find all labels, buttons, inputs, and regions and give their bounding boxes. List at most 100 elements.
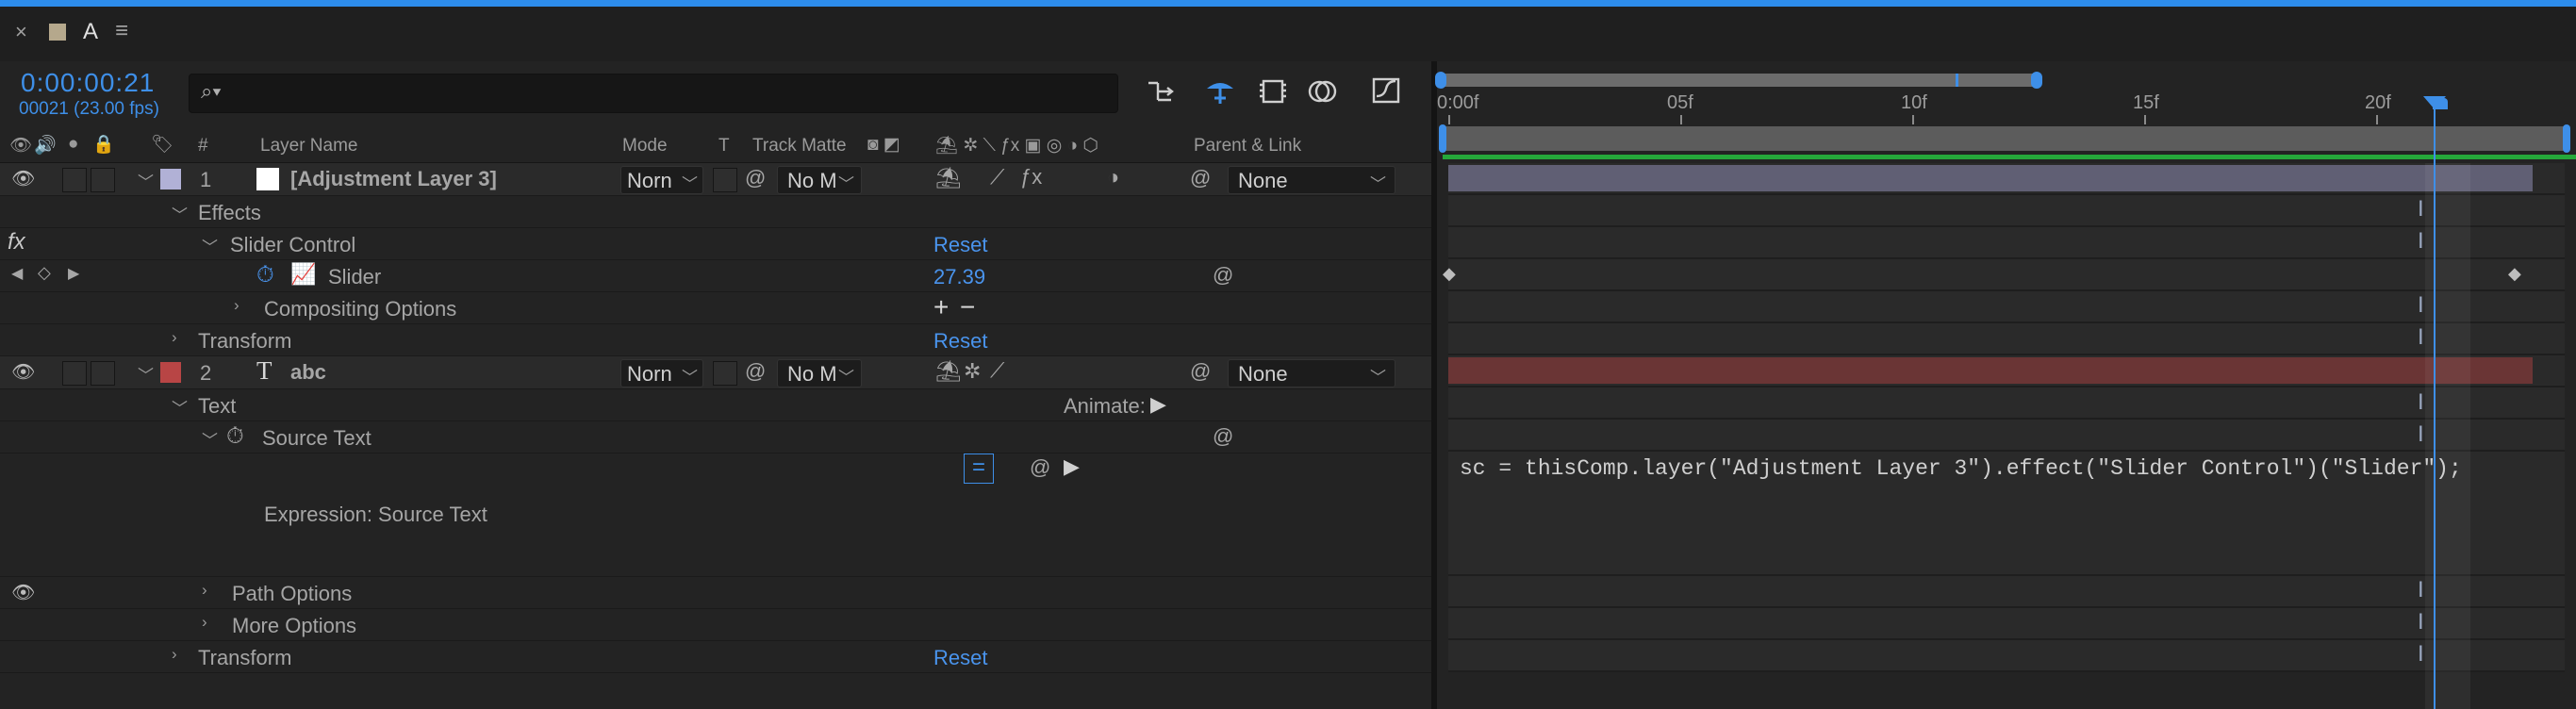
- visibility-eye-icon[interactable]: 👁: [11, 167, 35, 190]
- layer-row-1[interactable]: 👁 ﹀ 1 [Adjustment Layer 3] Norn ﹀ @ No M…: [0, 163, 1431, 196]
- chevron-right-icon[interactable]: ›: [172, 645, 177, 664]
- audio-switch[interactable]: [62, 168, 87, 192]
- frame-blending-icon[interactable]: [1258, 77, 1288, 106]
- pick-whip-icon[interactable]: @: [1213, 263, 1233, 288]
- quality-switch-icon[interactable]: ⟋: [990, 165, 1004, 190]
- previous-keyframe-icon[interactable]: ◀: [11, 264, 23, 283]
- path-options-row[interactable]: 👁 › Path Options: [0, 577, 1431, 609]
- layer-name[interactable]: [Adjustment Layer 3]: [290, 167, 497, 191]
- animate-play-icon[interactable]: ▶: [1150, 392, 1166, 417]
- shy-switch-icon[interactable]: ⛱: [935, 359, 962, 384]
- expression-code[interactable]: sc = thisComp.layer("Adjustment Layer 3"…: [1460, 456, 2462, 481]
- column-track-matte[interactable]: Track Matte: [752, 136, 847, 157]
- text-group-row[interactable]: ﹀ Text Animate: ▶: [0, 389, 1431, 421]
- lock-icon[interactable]: 🔒: [92, 133, 115, 156]
- label-color-swatch[interactable]: [160, 169, 181, 190]
- chevron-down-icon[interactable]: ﹀: [202, 234, 218, 257]
- keyframe-diamond-icon[interactable]: ◆: [1443, 264, 1456, 284]
- chevron-right-icon[interactable]: ›: [202, 613, 207, 632]
- chevron-down-icon[interactable]: ﹀: [138, 169, 154, 192]
- label-tag-icon[interactable]: 🏷: [151, 133, 173, 156]
- slider-control-row[interactable]: fx ﹀ Slider Control Reset: [0, 228, 1431, 260]
- chevron-down-icon[interactable]: ﹀: [138, 362, 154, 386]
- remove-mask-icon[interactable]: −: [960, 292, 975, 322]
- chevron-down-icon[interactable]: ﹀: [172, 202, 188, 225]
- blend-mode-dropdown[interactable]: Norn ﹀: [620, 166, 703, 194]
- time-ruler[interactable]: 0:00f 05f 10f 15f 20f: [1437, 91, 2576, 124]
- column-layer-name[interactable]: Layer Name: [260, 136, 358, 157]
- layer-search-field[interactable]: ⌕▾: [189, 74, 1118, 113]
- playhead-head-cap[interactable]: [2433, 98, 2448, 109]
- visibility-eye-icon[interactable]: 👁: [11, 360, 35, 384]
- source-text-row[interactable]: ﹀ ⏱ Source Text @: [0, 421, 1431, 453]
- chevron-right-icon[interactable]: ›: [172, 328, 177, 347]
- video-toggle-icon[interactable]: 👁: [9, 134, 32, 157]
- motion-blur-icon[interactable]: [1307, 77, 1339, 106]
- adjustment-layer-duration-bar[interactable]: [1448, 165, 2533, 191]
- panel-menu-icon[interactable]: ≡: [115, 18, 128, 44]
- expression-enable-icon[interactable]: =: [964, 453, 994, 484]
- effects-group-row[interactable]: ﹀ Effects: [0, 196, 1431, 228]
- label-color-swatch[interactable]: [160, 362, 181, 383]
- column-mode[interactable]: Mode: [622, 136, 668, 157]
- layer-row-2[interactable]: 👁 ﹀ 2 T abc Norn ﹀ @ No M ﹀ ⛱ ✲ ⟋ @ None…: [0, 356, 1431, 389]
- more-options-row[interactable]: › More Options: [0, 609, 1431, 641]
- layer-name[interactable]: abc: [290, 360, 326, 385]
- close-icon[interactable]: ×: [15, 20, 27, 44]
- visibility-eye-icon[interactable]: 👁: [11, 581, 35, 604]
- chevron-down-icon[interactable]: ﹀: [202, 427, 218, 451]
- chevron-right-icon[interactable]: ›: [202, 581, 207, 600]
- transform-group-row-1[interactable]: › Transform Reset: [0, 324, 1431, 356]
- preserve-transparency-switch[interactable]: [713, 168, 737, 192]
- preserve-transparency-switch[interactable]: [713, 361, 737, 386]
- shy-switch-icon[interactable]: ⛱: [935, 166, 962, 190]
- parent-dropdown[interactable]: None ﹀: [1228, 359, 1395, 387]
- text-layer-duration-bar[interactable]: [1448, 357, 2533, 384]
- add-keyframe-icon[interactable]: ◇: [38, 263, 51, 283]
- keyframe-diamond-icon[interactable]: ◆: [2508, 264, 2521, 284]
- current-timecode[interactable]: 0:00:00:21: [21, 68, 155, 98]
- solo-switch[interactable]: [91, 361, 115, 386]
- fx-icon[interactable]: fx: [8, 229, 25, 256]
- pick-whip-icon[interactable]: @: [1190, 359, 1211, 384]
- matte-link-icon[interactable]: @: [745, 166, 766, 190]
- compositing-options-row[interactable]: › Compositing Options + −: [0, 292, 1431, 324]
- playhead-line[interactable]: [2434, 109, 2436, 709]
- add-mask-icon[interactable]: +: [933, 292, 949, 322]
- solo-icon[interactable]: ●: [68, 134, 78, 155]
- expression-pick-whip-icon[interactable]: @: [1030, 455, 1050, 480]
- expression-language-menu-icon[interactable]: ▶: [1064, 454, 1080, 479]
- collapse-switch-icon[interactable]: ✲: [964, 359, 981, 384]
- next-keyframe-icon[interactable]: ▶: [68, 264, 79, 283]
- slider-value[interactable]: 27.39: [933, 265, 985, 289]
- graph-editor-icon[interactable]: [1371, 75, 1401, 106]
- column-parent-link[interactable]: Parent & Link: [1194, 136, 1301, 157]
- parent-dropdown[interactable]: None ﹀: [1228, 166, 1395, 194]
- animate-label[interactable]: Animate:: [1064, 394, 1146, 419]
- pick-whip-icon[interactable]: @: [1213, 424, 1233, 449]
- quality-switch-icon[interactable]: ⟋: [990, 358, 1004, 383]
- graph-icon[interactable]: 📈: [290, 262, 316, 287]
- work-area-end-handle[interactable]: [2563, 124, 2570, 153]
- effects-switch-icon[interactable]: ƒx: [1020, 165, 1042, 190]
- pick-whip-icon[interactable]: @: [1190, 166, 1211, 190]
- text-tool-icon[interactable]: A: [83, 19, 98, 45]
- track-matte-dropdown[interactable]: No M ﹀: [777, 359, 862, 387]
- work-area-start-handle[interactable]: [1439, 124, 1446, 153]
- time-navigator-bar[interactable]: [1439, 74, 2039, 87]
- chevron-down-icon[interactable]: ﹀: [172, 395, 188, 419]
- audio-toggle-icon[interactable]: 🔊: [34, 134, 57, 157]
- blend-mode-dropdown[interactable]: Norn ﹀: [620, 359, 703, 387]
- slider-property-row[interactable]: ◀ ◇ ▶ ⏱ 📈 Slider 27.39 @: [0, 260, 1431, 292]
- audio-switch[interactable]: [62, 361, 87, 386]
- navigator-end-handle[interactable]: [2031, 72, 2042, 89]
- stopwatch-icon[interactable]: ⏱: [256, 262, 274, 289]
- reset-button[interactable]: Reset: [933, 329, 987, 354]
- transform-group-row-2[interactable]: › Transform Reset: [0, 641, 1431, 673]
- search-input[interactable]: [246, 78, 1098, 108]
- stopwatch-icon[interactable]: ⏱: [226, 423, 244, 450]
- solo-switch[interactable]: [91, 168, 115, 192]
- comp-flowchart-icon[interactable]: [1145, 77, 1177, 106]
- reset-button[interactable]: Reset: [933, 233, 987, 257]
- reset-button[interactable]: Reset: [933, 646, 987, 670]
